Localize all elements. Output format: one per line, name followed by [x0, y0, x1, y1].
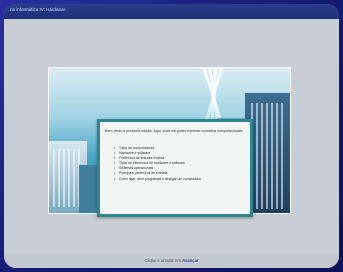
- window-title: ria informática IV: Hardware: [10, 7, 66, 12]
- topics-list: Tipos de computadores Hardware e softwar…: [114, 146, 201, 182]
- topic-item: Como ligar, abrir programas e desligar u…: [114, 177, 201, 182]
- advance-link[interactable]: Avançar: [182, 258, 198, 263]
- footer-hint: Clique e arraste em Avançar: [4, 258, 339, 264]
- footer-prefix: Clique e arraste em: [144, 258, 181, 263]
- title-bar: ria informática IV: Hardware: [4, 4, 339, 19]
- screen: ria informática IV: Hardware Bem-vindo à…: [4, 4, 339, 268]
- footer-bar: Clique e arraste em Avançar: [4, 255, 339, 268]
- dialog-intro-text: Bem-vindo à presente edição. Aqui, você …: [105, 129, 244, 133]
- device-frame: ria informática IV: Hardware Bem-vindo à…: [0, 0, 343, 272]
- intro-dialog: Bem-vindo à presente edição. Aqui, você …: [97, 119, 253, 217]
